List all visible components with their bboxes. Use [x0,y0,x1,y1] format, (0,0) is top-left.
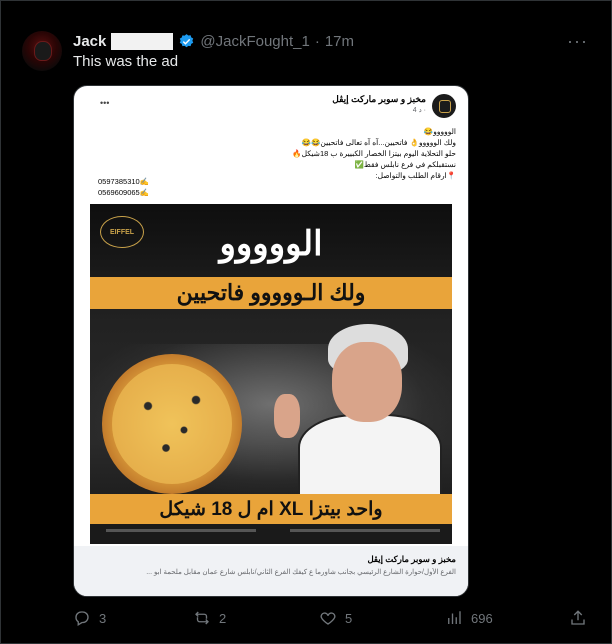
views-count: 696 [471,610,493,626]
post-line: ولك الووووو👌 فاتحيين...آه آه تعالى فاتحي… [301,138,456,147]
page-logo-icon [432,94,456,118]
phone-number: 0569609065✍ [98,188,150,197]
post-line: نستقبلكم في فرع نابلس فقط✅ [354,160,456,169]
link-preview: مخبز و سوبر ماركت إيڤل الفرع الأول/حوارة… [74,546,468,596]
page-name: مخبز و سوبر ماركت إيڤل [332,94,426,104]
tweet-header: Jack @JackFought_1 · 17m [73,31,354,51]
like-count: 5 [345,610,353,626]
timestamp[interactable]: 17m [325,33,354,50]
share-button[interactable] [569,609,587,627]
author-name[interactable]: Jack [73,33,106,50]
views-button[interactable]: 696 [445,609,493,627]
post-line: الووووو😂 [423,127,456,136]
preview-text: الفرع الأول/حوارة الشارع الرئيسي بجانب ش… [146,569,456,576]
post-meta: 4 د · [412,107,426,114]
verified-icon [180,33,194,47]
ad-headline: الووووو [219,225,323,263]
phone-number: 0597385310✍ [98,177,150,186]
post-line: 📍ارقام الطلب والتواصل: [375,171,456,180]
reply-count: 3 [99,610,107,626]
ad-footer-contacts [90,524,452,544]
pizza-image [102,354,242,494]
redacted-name [111,32,174,50]
post-text: الووووو😂 ولك الووووو👌 فاتحيين...آه آه تع… [156,126,456,181]
repost-button[interactable]: 2 [193,609,226,627]
views-icon [448,611,461,624]
tweet: Jack @JackFought_1 · 17m ··· This was th… [0,0,612,644]
repost-count: 2 [219,610,227,626]
phone-numbers: 0597385310✍ 0569609065✍ [98,176,149,198]
ad-image: EIFFEL الووووو ولك الـووووو فاتحيين واحد… [90,204,452,544]
facebook-post-header: مخبز و سوبر ماركت إيڤل 4 د · ••• [74,86,468,124]
share-icon [571,610,585,625]
tweet-text: This was the ad [73,53,179,70]
like-button[interactable]: 5 [319,609,352,627]
author-handle[interactable]: @JackFought_1 [200,33,309,50]
avatar[interactable] [22,31,62,71]
post-more-icon: ••• [100,98,110,108]
reply-icon [75,611,89,626]
ad-offer: واحد بيتزا XL ام ل 18 شيكل [90,494,452,524]
repost-icon [195,611,209,625]
reply-button[interactable]: 3 [73,609,106,627]
attached-image[interactable]: مخبز و سوبر ماركت إيڤل 4 د · ••• الووووو… [73,85,469,597]
woman-photo [268,324,442,498]
ad-subheadline: ولك الـووووو فاتحيين [90,277,452,309]
heart-icon [320,612,336,625]
separator-dot: · [314,32,320,50]
post-line: حلو التحلاية اليوم بيتزا الخصار الكبييرة… [292,149,456,158]
preview-title: مخبز و سوبر ماركت إيڤل [367,554,456,564]
tweet-actions: 3 2 5 696 [73,609,593,629]
more-options-icon[interactable]: ··· [567,31,588,52]
